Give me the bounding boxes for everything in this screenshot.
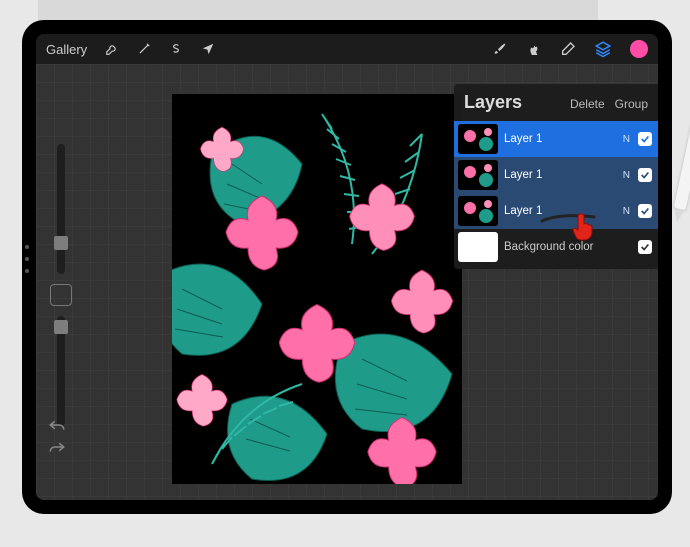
layer-thumbnail: [458, 196, 498, 226]
layer-name: Layer 1: [504, 205, 617, 217]
layer-blend-mode[interactable]: N: [623, 134, 630, 145]
adjustments-wand-icon[interactable]: [137, 42, 151, 56]
opacity-thumb[interactable]: [54, 320, 68, 334]
brush-size-slider[interactable]: [57, 144, 65, 274]
smudge-icon[interactable]: [526, 41, 542, 57]
ipad-frame: Gallery: [22, 20, 672, 514]
layer-row[interactable]: Layer 1 N: [454, 121, 658, 157]
app-screen: Gallery: [36, 34, 658, 500]
layer-visibility-checkbox[interactable]: [638, 240, 652, 254]
layers-header: Layers Delete Group: [454, 84, 658, 121]
layer-blend-mode[interactable]: N: [623, 170, 630, 181]
color-picker-button[interactable]: [630, 40, 648, 58]
undo-icon[interactable]: [48, 418, 66, 432]
ipad-speaker-dots: [25, 245, 29, 273]
transform-arrow-icon[interactable]: [201, 42, 215, 56]
layers-group-button[interactable]: Group: [615, 97, 648, 111]
layer-thumbnail: [458, 160, 498, 190]
layer-visibility-checkbox[interactable]: [638, 168, 652, 182]
actions-wrench-icon[interactable]: [105, 42, 119, 56]
canvas-artwork[interactable]: [172, 94, 462, 484]
layer-row-background[interactable]: Background color: [454, 229, 658, 265]
layer-row[interactable]: Layer 1 N: [454, 157, 658, 193]
modifier-button[interactable]: [50, 284, 72, 306]
tropical-pattern-svg: [172, 94, 462, 484]
layers-title: Layers: [464, 92, 560, 113]
opacity-slider[interactable]: [57, 316, 65, 426]
layer-name: Background color: [504, 241, 632, 253]
top-toolbar: Gallery: [36, 34, 658, 64]
eraser-icon[interactable]: [560, 41, 576, 57]
redo-icon[interactable]: [48, 440, 66, 454]
layer-thumbnail-background: [458, 232, 498, 262]
layer-row[interactable]: Layer 1 N: [454, 193, 658, 229]
layers-delete-button[interactable]: Delete: [570, 97, 605, 111]
layers-panel: Layers Delete Group Layer 1 N Layer 1: [454, 84, 658, 269]
layer-blend-mode[interactable]: N: [623, 206, 630, 217]
gallery-button[interactable]: Gallery: [46, 42, 87, 57]
layer-visibility-checkbox[interactable]: [638, 204, 652, 218]
layer-thumbnail: [458, 124, 498, 154]
color-dot-icon: [630, 40, 648, 58]
brush-size-thumb[interactable]: [54, 236, 68, 250]
selection-s-icon[interactable]: [169, 42, 183, 56]
layer-name: Layer 1: [504, 169, 617, 181]
side-sliders: [50, 144, 72, 426]
layer-name: Layer 1: [504, 133, 617, 145]
layer-visibility-checkbox[interactable]: [638, 132, 652, 146]
undo-redo-group: [48, 418, 66, 454]
brush-icon[interactable]: [492, 41, 508, 57]
layers-icon[interactable]: [594, 40, 612, 58]
